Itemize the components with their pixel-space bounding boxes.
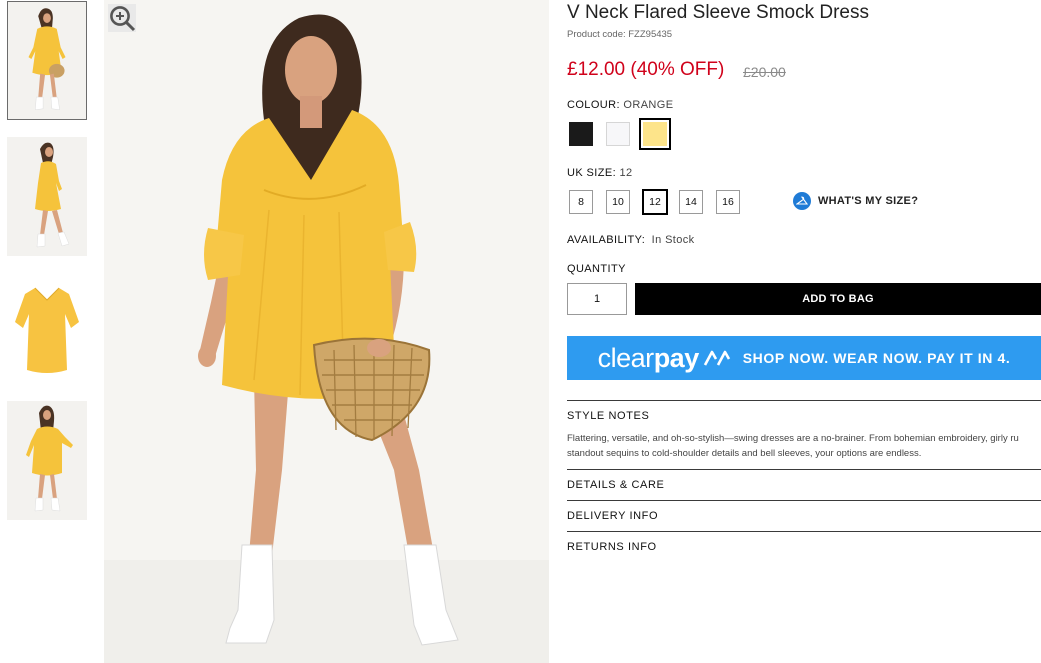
product-code: Product code: FZZ95435 [567,29,673,40]
size-guide-label: WHAT'S MY SIZE? [818,195,919,207]
hanger-icon [793,192,811,210]
clearpay-arrows-icon [703,349,731,367]
availability-value: In Stock [651,234,695,246]
quantity-input[interactable]: 1 [567,283,627,315]
thumbnail-side[interactable] [7,137,87,256]
product-title: V Neck Flared Sleeve Smock Dress [567,2,869,23]
availability-label: AVAILABILITY: [567,234,646,246]
delivery-info-header[interactable]: DELIVERY INFO [567,510,658,522]
section-divider [567,469,1041,470]
availability-row: AVAILABILITY: In Stock [567,234,695,246]
original-price: £20.00 [743,64,786,80]
style-notes-body: Flattering, versatile, and oh-so-stylish… [567,431,1041,461]
thumbnail-back-image [7,401,87,520]
size-option-12[interactable]: 12 [642,189,668,215]
details-care-header[interactable]: DETAILS & CARE [567,479,664,491]
size-selected-value: 12 [619,167,633,179]
add-to-bag-button[interactable]: ADD TO BAG [635,283,1041,315]
thumbnail-back[interactable] [7,401,87,520]
main-product-image[interactable] [104,0,549,663]
thumbnail-flat[interactable] [7,282,87,401]
size-guide-link[interactable]: WHAT'S MY SIZE? [793,192,918,210]
section-divider [567,531,1041,532]
zoom-in-icon [110,6,136,32]
section-divider [567,500,1041,501]
size-label: UK SIZE: [567,167,617,179]
returns-info-header[interactable]: RETURNS INFO [567,541,657,553]
thumbnail-front-image [8,2,86,119]
style-notes-line-2: standout sequins to cold-shoulder detail… [567,448,922,459]
size-option-14[interactable]: 14 [679,190,703,214]
clearpay-logo: clearpay [597,342,700,373]
thumbnail-front[interactable] [7,1,87,120]
colour-swatch-orange[interactable] [639,118,671,150]
size-option-10[interactable]: 10 [606,190,630,214]
model-photo [104,0,549,663]
style-notes-line-1: Flattering, versatile, and oh-so-stylish… [567,433,1019,444]
colour-label-row: COLOUR: ORANGE [567,99,673,111]
section-divider [567,400,1041,401]
size-label-row: UK SIZE: 12 [567,167,633,179]
size-option-8[interactable]: 8 [569,190,593,214]
quantity-label: QUANTITY [567,263,626,275]
thumbnail-flat-image [7,282,87,401]
colour-swatch-black[interactable] [569,122,593,146]
colour-selected-value: ORANGE [623,99,674,111]
clearpay-tagline: SHOP NOW. WEAR NOW. PAY IT IN 4. [742,350,1011,366]
thumbnail-side-image [7,137,87,256]
clearpay-banner[interactable]: clearpay SHOP NOW. WEAR NOW. PAY IT IN 4… [567,336,1041,380]
current-price: £12.00 (40% OFF) [567,59,725,80]
style-notes-header[interactable]: STYLE NOTES [567,410,649,422]
zoom-button[interactable] [108,4,136,32]
colour-label: COLOUR: [567,99,620,111]
size-option-16[interactable]: 16 [716,190,740,214]
colour-swatch-white[interactable] [606,122,630,146]
